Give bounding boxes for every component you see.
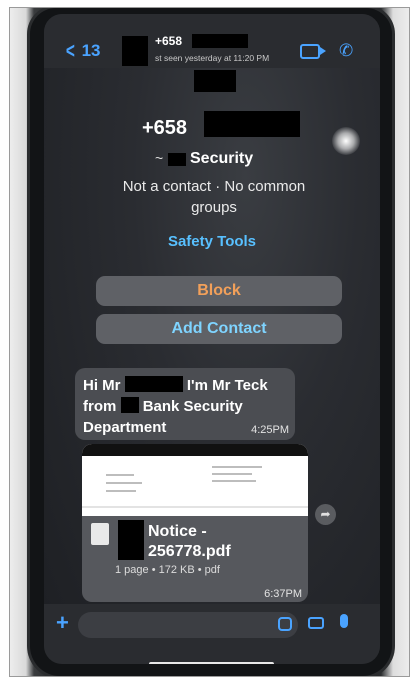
light-glare (332, 127, 360, 155)
file-meta: 1 page • 172 KB • pdf (115, 564, 220, 576)
number-redaction (192, 34, 248, 48)
block-button[interactable]: Block (96, 276, 342, 306)
pdf-preview-thumbnail[interactable] (82, 444, 308, 516)
file-name-redaction (118, 520, 144, 560)
home-indicator (149, 662, 274, 664)
back-button[interactable]: < 13 (64, 38, 101, 64)
sticker-icon[interactable] (278, 617, 292, 631)
phone-call-icon[interactable]: ✆ (339, 41, 353, 61)
avatar-redaction (122, 36, 148, 66)
photo-frame: < 13 +658 st seen yesterday at 11:20 PM … (9, 7, 410, 677)
phone-screen: < 13 +658 st seen yesterday at 11:20 PM … (44, 14, 380, 664)
pdf-file-icon (91, 523, 109, 545)
preview-line (82, 506, 308, 508)
avatar-redaction-large (194, 70, 236, 92)
preview-line (212, 466, 262, 468)
contact-number-redaction (204, 111, 300, 137)
preview-line (106, 490, 136, 492)
file-message-bubble[interactable]: Notice - 256778.pdf 1 page • 172 KB • pd… (82, 444, 308, 602)
chat-header: < 13 +658 st seen yesterday at 11:20 PM … (44, 14, 380, 68)
contact-name-prefix: ~ (155, 150, 164, 166)
camera-icon[interactable] (308, 617, 324, 629)
name-redaction (124, 376, 183, 392)
preview-line (106, 474, 134, 476)
add-contact-button[interactable]: Add Contact (96, 314, 342, 344)
last-seen-text: st seen yesterday at 11:20 PM (155, 53, 270, 63)
preview-line (212, 473, 252, 475)
bank-redaction (120, 397, 139, 413)
preview-line (106, 482, 142, 484)
back-count: 13 (81, 41, 101, 60)
preview-top-bar (82, 444, 308, 456)
contact-status: Not a contact · No common groups (122, 178, 306, 216)
video-call-icon[interactable] (300, 44, 326, 59)
contact-number: +658 (142, 117, 188, 139)
forward-icon[interactable]: ➦ (315, 504, 336, 525)
message-input[interactable] (78, 612, 298, 638)
plus-icon[interactable]: + (56, 610, 69, 636)
message-input-bar: + (44, 604, 380, 664)
file-name: Notice - 256778.pdf (148, 523, 231, 560)
contact-name-redaction (168, 153, 186, 166)
message-time: 6:37PM (264, 588, 302, 600)
preview-line (212, 480, 256, 482)
microphone-icon[interactable] (340, 614, 348, 628)
message-time: 4:25PM (251, 424, 289, 436)
safety-tools-link[interactable]: Safety Tools (44, 233, 380, 250)
message-bubble[interactable]: Hi Mr I'm Mr Teck from Bank Security Dep… (75, 368, 295, 440)
contact-name: Security (190, 150, 254, 167)
header-number: +658 (155, 34, 183, 48)
chevron-left-icon: < (65, 38, 75, 63)
